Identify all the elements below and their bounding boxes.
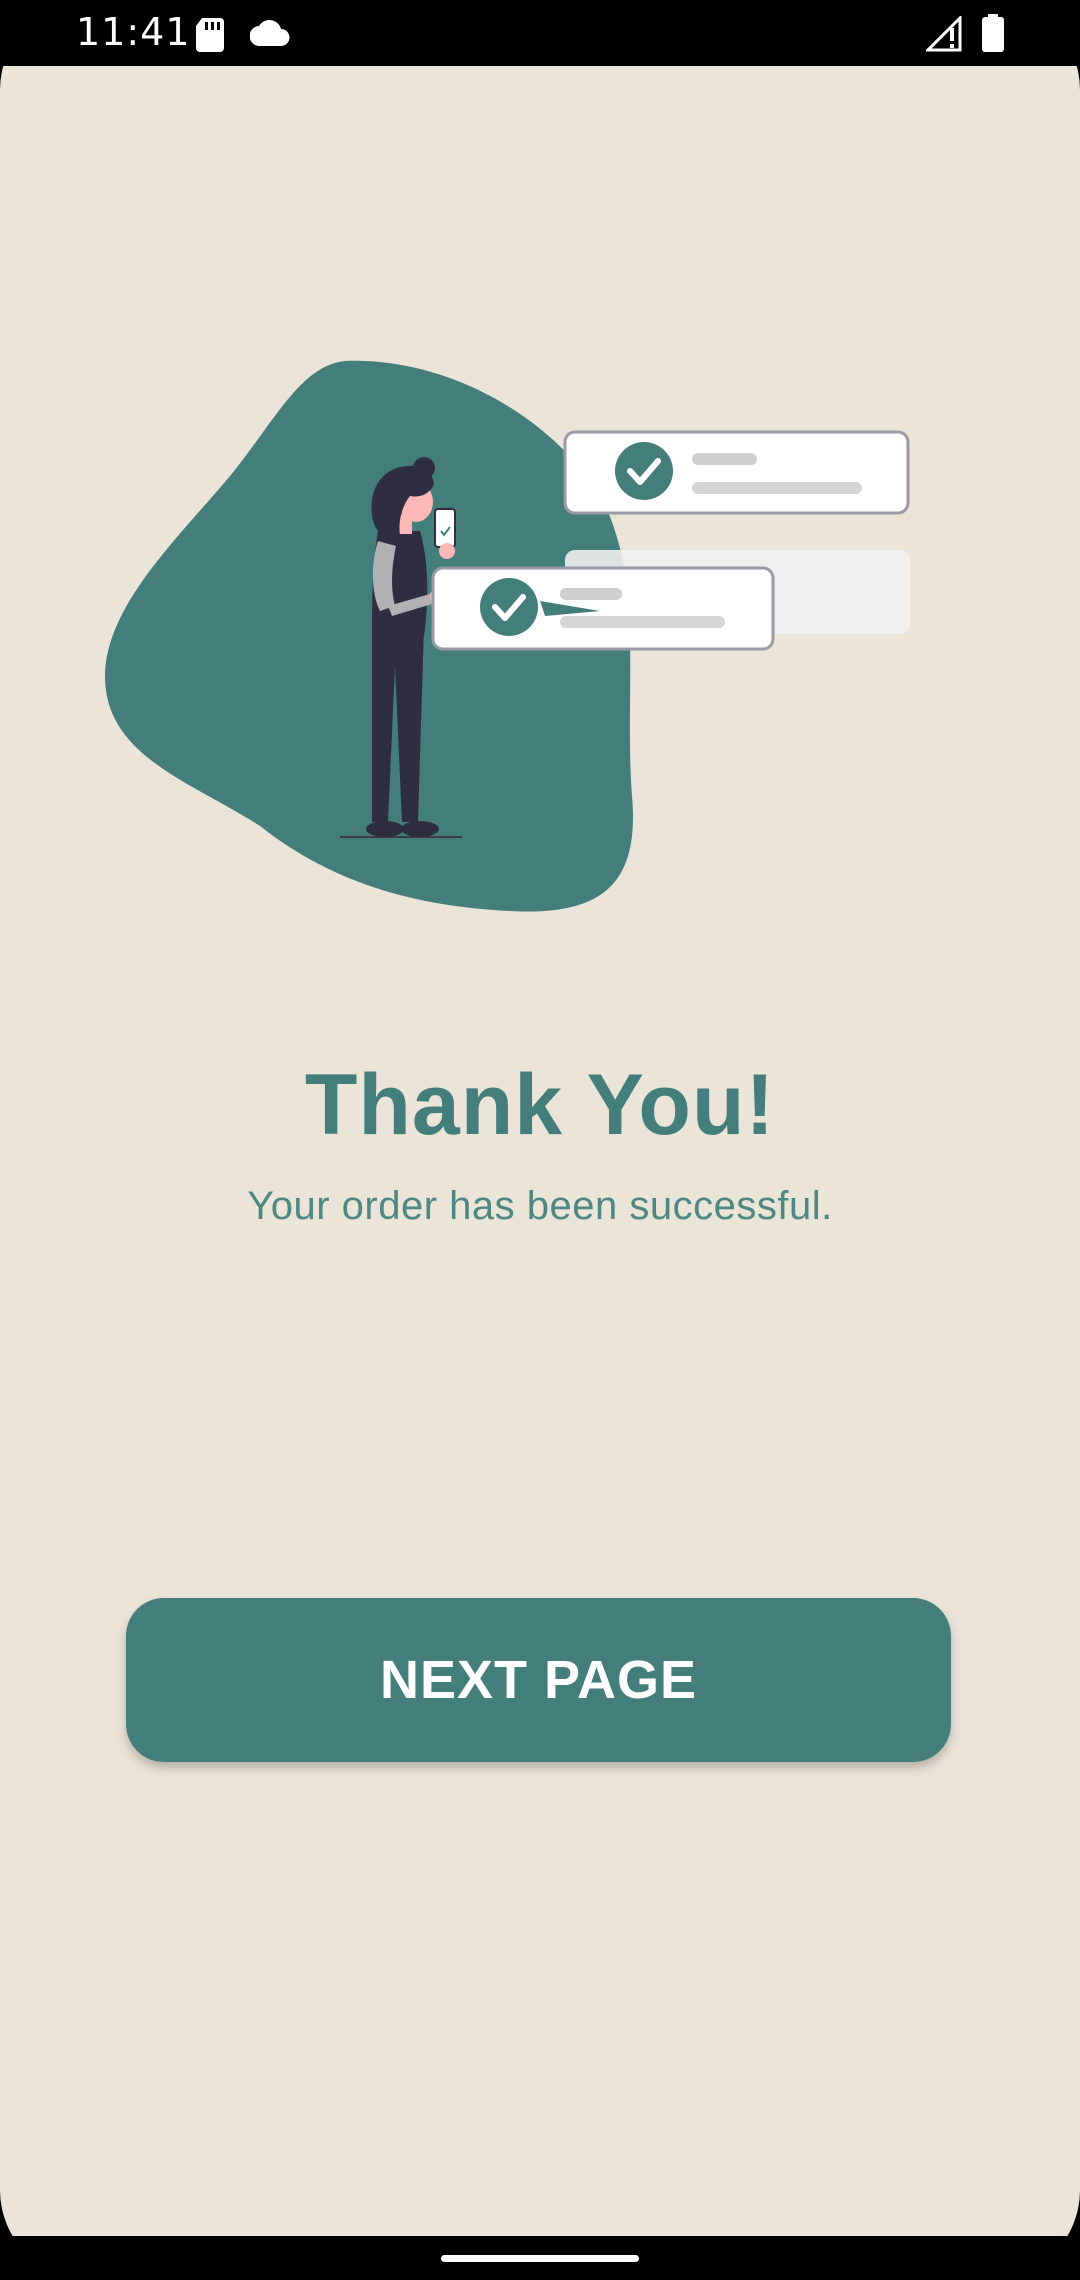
success-message: Your order has been successful. (247, 1184, 833, 1228)
status-bar: 11:41 (0, 0, 1080, 66)
signal-warning-icon (926, 16, 962, 52)
home-gesture-handle[interactable] (441, 2255, 639, 2262)
cloud-icon (250, 20, 290, 46)
sd-card-icon (196, 18, 224, 52)
status-time: 11:41 (76, 10, 191, 54)
top-check-card (563, 430, 910, 515)
next-page-button[interactable]: NEXT PAGE (126, 1598, 951, 1762)
middle-check-card (431, 566, 775, 651)
page-title: Thank You! (304, 1057, 776, 1153)
order-success-illustration (105, 360, 910, 912)
app-screen: Thank You! Your order has been successfu… (0, 66, 1080, 2236)
navigation-bar (0, 2236, 1080, 2280)
phone-frame: 11:41 Thank You! Your order has been suc… (0, 0, 1080, 2280)
battery-icon (982, 14, 1004, 52)
